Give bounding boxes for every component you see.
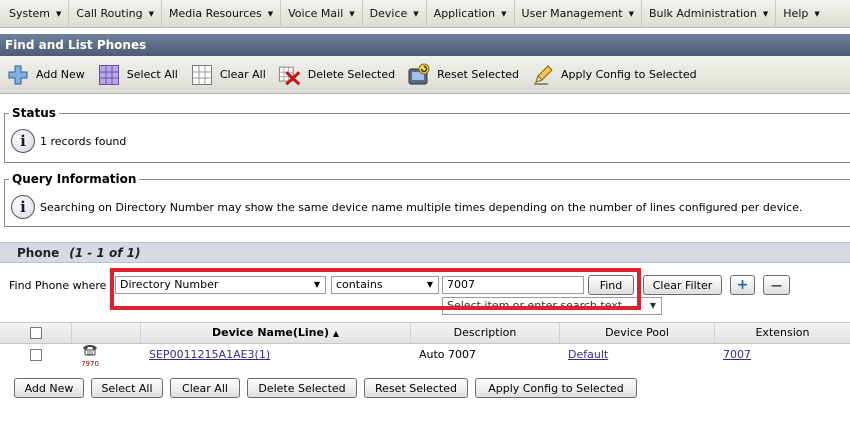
bottom-button-bar: Add New Select All Clear All Delete Sele… xyxy=(0,378,850,402)
row-checkbox-cell xyxy=(30,349,42,362)
extension-link[interactable]: 7007 xyxy=(723,348,751,361)
chevron-down-icon: ▼ xyxy=(413,9,419,18)
bottom-delete-selected-button[interactable]: Delete Selected xyxy=(247,378,357,398)
chevron-down-icon: ▼ xyxy=(501,9,507,18)
chevron-down-icon: ▼ xyxy=(762,9,769,18)
extension-cell: 7007 xyxy=(723,344,751,366)
description-cell: Auto 7007 xyxy=(419,348,477,361)
row-checkbox[interactable] xyxy=(30,349,42,361)
chevron-down-icon: ▼ xyxy=(148,9,155,18)
query-info-row: i Searching on Directory Number may show… xyxy=(11,195,802,219)
menu-voice-mail[interactable]: Voice Mail ▼ xyxy=(281,0,363,28)
page-title: Find and List Phones xyxy=(0,34,850,56)
column-device-name[interactable]: Device Name(Line) ▲ xyxy=(141,323,411,343)
device-pool-cell: Default xyxy=(568,344,608,366)
status-legend: Status xyxy=(9,106,59,120)
phone-header-range: (1 - 1 of 1) xyxy=(69,246,141,260)
minus-icon: — xyxy=(771,278,782,292)
phone-model-cell: 7970 xyxy=(78,344,102,368)
menu-user-management[interactable]: User Management ▼ xyxy=(515,0,642,28)
table-row: 7970 SEP0011215A1AE3(1) Auto 7007 Defaul… xyxy=(0,344,850,368)
header-select-cell xyxy=(0,323,72,343)
phone-header-title: Phone xyxy=(17,246,60,260)
toolbar: Add New Select All Clear All Delete Sele… xyxy=(0,56,850,94)
menu-application[interactable]: Application ▼ xyxy=(427,0,515,28)
info-icon: i xyxy=(11,195,35,219)
secondary-search-select[interactable]: Select item or enter search text ▼ xyxy=(442,297,662,315)
menu-system[interactable]: System ▼ xyxy=(2,0,70,28)
add-criteria-button[interactable]: + xyxy=(730,275,755,295)
find-button[interactable]: Find xyxy=(588,275,634,295)
chevron-down-icon: ▼ xyxy=(649,301,656,310)
reset-selected-button[interactable]: Reset Selected xyxy=(407,63,519,87)
query-info-section: Query Information i Searching on Directo… xyxy=(4,172,850,227)
pencil-icon xyxy=(531,63,555,87)
apply-config-button[interactable]: Apply Config to Selected xyxy=(531,63,697,87)
bottom-apply-config-button[interactable]: Apply Config to Selected xyxy=(475,378,637,398)
select-all-button[interactable]: Select All xyxy=(97,63,178,87)
clear-filter-button[interactable]: Clear Filter xyxy=(643,275,722,295)
device-pool-link[interactable]: Default xyxy=(568,348,608,361)
delete-selected-button[interactable]: Delete Selected xyxy=(278,63,395,87)
add-plus-icon xyxy=(6,63,30,87)
field-select[interactable]: Directory Number ▼ xyxy=(115,276,326,294)
chevron-down-icon: ▼ xyxy=(628,9,634,18)
menu-call-routing[interactable]: Call Routing ▼ xyxy=(69,0,163,28)
clear-all-button[interactable]: Clear All xyxy=(190,63,266,87)
plus-icon: + xyxy=(736,277,749,293)
device-name-cell: SEP0011215A1AE3(1) xyxy=(149,344,270,366)
header-icon-cell xyxy=(72,323,141,343)
grid-clear-icon xyxy=(190,63,214,87)
chevron-down-icon: ▼ xyxy=(56,9,62,18)
info-icon: i xyxy=(11,129,35,153)
column-extension[interactable]: Extension xyxy=(715,323,850,343)
phone-icon xyxy=(83,345,97,356)
query-info-legend: Query Information xyxy=(9,172,140,186)
menu-help[interactable]: Help ▼ xyxy=(776,0,826,28)
bottom-reset-selected-button[interactable]: Reset Selected xyxy=(364,378,468,398)
column-description[interactable]: Description xyxy=(411,323,560,343)
status-message: 1 records found xyxy=(40,134,127,148)
status-section: Status i 1 records found xyxy=(4,106,850,163)
bottom-select-all-button[interactable]: Select All xyxy=(91,378,163,398)
grid-select-icon xyxy=(97,63,121,87)
chevron-down-icon: ▼ xyxy=(267,9,274,18)
find-label: Find Phone where xyxy=(9,279,107,292)
add-new-button[interactable]: Add New xyxy=(6,63,85,87)
column-device-pool[interactable]: Device Pool xyxy=(560,323,715,343)
operator-select[interactable]: contains ▼ xyxy=(331,276,439,294)
search-input[interactable]: 7007 xyxy=(442,276,584,294)
phone-header: Phone (1 - 1 of 1) xyxy=(0,243,850,263)
bottom-add-new-button[interactable]: Add New xyxy=(14,378,84,398)
menu-media-resources[interactable]: Media Resources ▼ xyxy=(162,0,282,28)
chevron-down-icon: ▼ xyxy=(814,9,820,18)
device-name-link[interactable]: SEP0011215A1AE3(1) xyxy=(149,348,270,361)
menu-bulk-administration[interactable]: Bulk Administration ▼ xyxy=(642,0,777,28)
chevron-down-icon: ▼ xyxy=(349,9,355,18)
status-row: i 1 records found xyxy=(11,129,126,153)
reset-device-icon xyxy=(407,63,431,87)
chevron-down-icon: ▼ xyxy=(426,280,433,289)
bottom-clear-all-button[interactable]: Clear All xyxy=(170,378,240,398)
sort-ascending-icon: ▲ xyxy=(332,329,340,338)
remove-criteria-button[interactable]: — xyxy=(763,275,790,295)
phone-model-label: 7970 xyxy=(81,360,99,368)
query-info-message: Searching on Directory Number may show t… xyxy=(40,200,803,214)
select-all-checkbox[interactable] xyxy=(29,327,42,339)
chevron-down-icon: ▼ xyxy=(313,280,320,289)
delete-x-icon xyxy=(278,63,302,87)
menu-bar: System ▼ Call Routing ▼ Media Resources ▼ V… xyxy=(0,0,850,28)
find-row: Find Phone where Directory Number ▼ cont… xyxy=(0,275,850,305)
table-header: Device Name(Line) ▲ Description Device P… xyxy=(0,322,850,344)
menu-device[interactable]: Device ▼ xyxy=(363,0,427,28)
